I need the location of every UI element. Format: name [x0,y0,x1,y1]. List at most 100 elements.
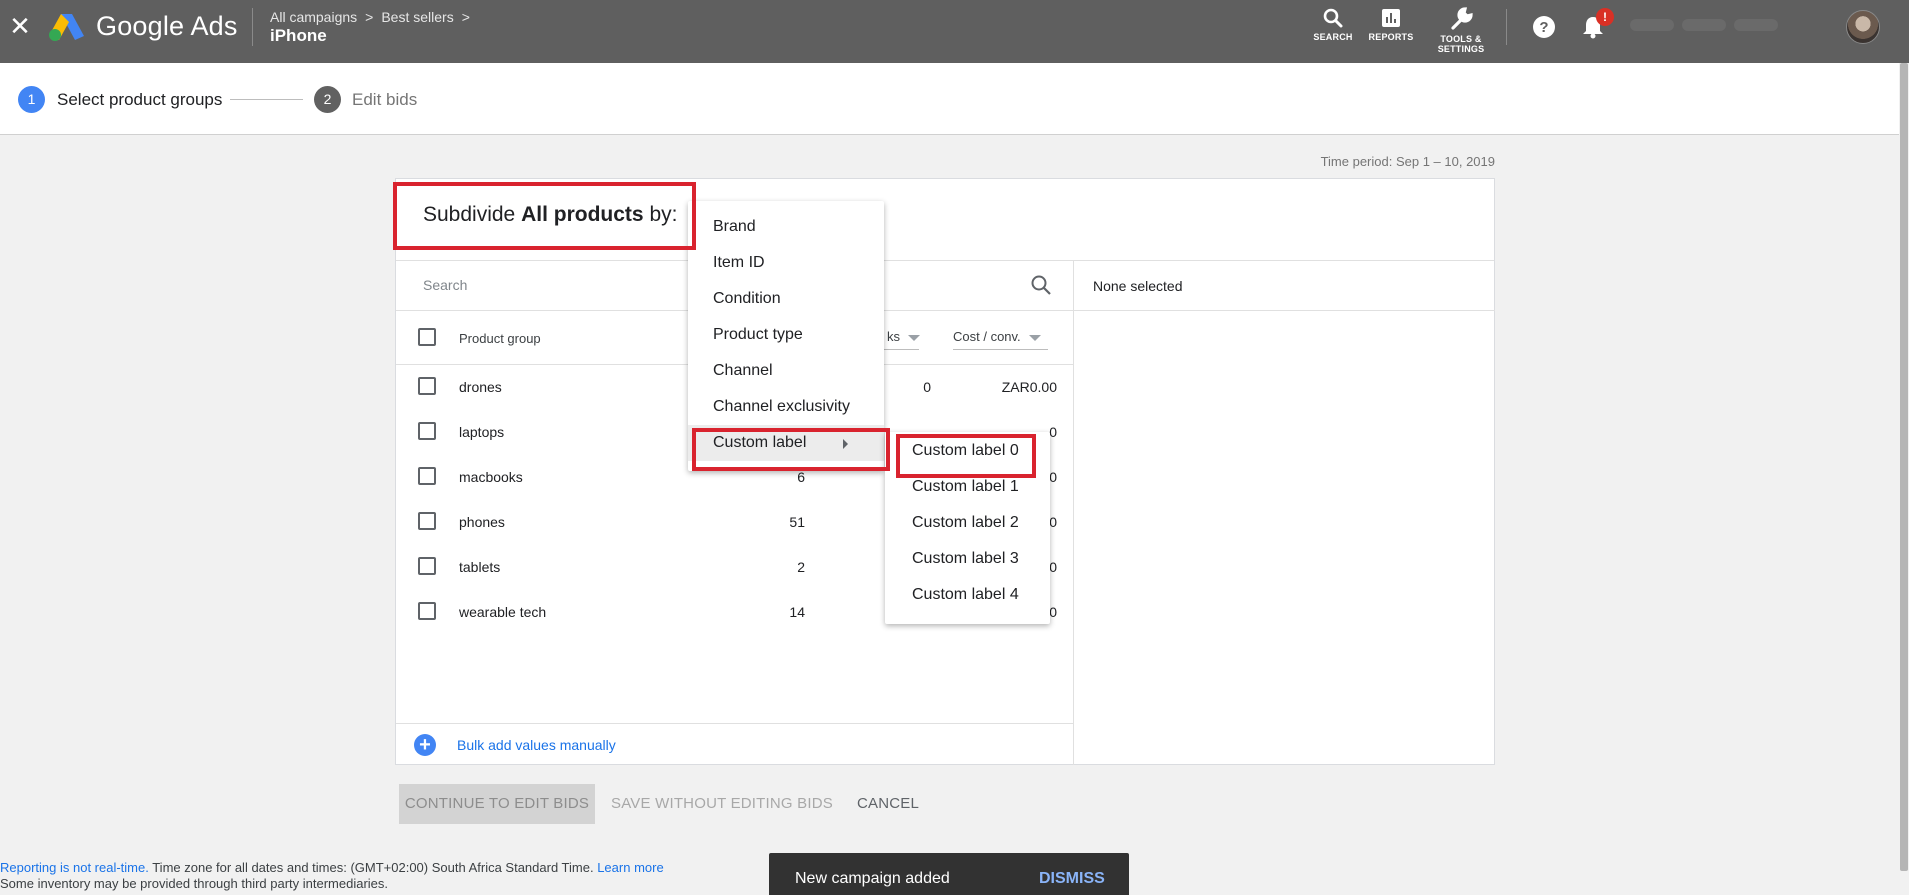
footer-notice: Reporting is not real-time. Time zone fo… [0,860,664,892]
column-header-cost-conv[interactable]: Cost / conv. [953,329,1041,344]
app-name: Google Ads [96,11,238,41]
product-cost-conv: 0 [1049,604,1057,620]
column-underline [953,349,1048,350]
snackbar-toast: New campaign added DISMISS [769,853,1129,895]
menu-item-channel[interactable]: Channel [688,353,884,389]
product-cost-conv: ZAR0.00 [1001,379,1057,395]
learn-more-link[interactable]: Learn more [597,860,663,875]
campaign-title: iPhone [270,26,327,45]
breadcrumb-best-sellers[interactable]: Best sellers [381,9,453,25]
step-connector [230,99,303,100]
reports-tool-button[interactable]: REPORTS [1359,6,1423,42]
reports-tool-label: REPORTS [1368,32,1414,42]
subdivide-title: Subdivide All products by: [423,203,677,227]
row-checkbox[interactable] [418,557,436,575]
product-count: 2 [797,559,805,575]
row-checkbox[interactable] [418,512,436,530]
divider [1506,9,1507,45]
product-cost-conv: 0 [1049,469,1057,485]
product-group-name: drones [459,379,502,395]
wrench-icon [1451,7,1473,30]
help-icon[interactable]: ? [1532,15,1556,39]
dismiss-button[interactable]: DISMISS [1039,870,1105,888]
product-count: 6 [797,469,805,485]
bulk-add-link[interactable]: Bulk add values manually [457,737,616,753]
google-ads-logo-icon [49,14,84,41]
search-icon [1323,8,1343,28]
selected-pane: None selected [1074,261,1495,765]
submenu-item-custom-label-1[interactable]: Custom label 1 [885,469,1050,505]
product-cost-conv: 0 [1049,514,1057,530]
scrollbar-thumb[interactable] [1900,63,1908,871]
cancel-button[interactable]: CANCEL [853,784,923,824]
sort-caret-icon [1028,334,1041,341]
menu-item-channel-exclusivity[interactable]: Channel exclusivity [688,389,884,425]
dimension-menu: Brand Item ID Condition Product type Cha… [688,201,884,471]
notification-badge: ! [1596,8,1614,26]
submenu-arrow-icon [843,439,848,449]
top-app-bar: ✕ Google Ads All campaigns > Best sellers >… [0,0,1909,63]
sort-caret-icon [908,334,920,341]
search-icon[interactable] [1030,274,1052,296]
svg-text:?: ? [1539,19,1548,36]
search-tool-button[interactable]: SEARCH [1301,6,1365,42]
subdivide-suffix: by: [649,203,678,226]
select-all-checkbox[interactable] [418,328,436,346]
tools-settings-button[interactable]: TOOLS & SETTINGS [1429,6,1493,54]
menu-item-brand[interactable]: Brand [688,209,884,245]
product-group-name: phones [459,514,505,530]
row-checkbox[interactable] [418,377,436,395]
column-header-clicks-label: ks [887,329,900,344]
selected-header: None selected [1074,261,1495,311]
product-group-name: tablets [459,559,501,575]
save-without-editing-bids-button[interactable]: SAVE WITHOUT EDITING BIDS [607,784,837,824]
product-count: 14 [789,604,805,620]
avatar[interactable] [1846,10,1880,44]
toast-message: New campaign added [795,870,950,887]
submenu-item-custom-label-3[interactable]: Custom label 3 [885,541,1050,577]
row-checkbox[interactable] [418,467,436,485]
bulk-add-row: + Bulk add values manually [396,723,1073,765]
breadcrumb-all-campaigns[interactable]: All campaigns [270,9,357,25]
menu-item-item-id[interactable]: Item ID [688,245,884,281]
reporting-not-realtime-link[interactable]: Reporting is not real-time. [0,860,149,875]
step-2-number: 2 [314,86,341,113]
menu-item-condition[interactable]: Condition [688,281,884,317]
menu-item-product-type[interactable]: Product type [688,317,884,353]
breadcrumb: All campaigns > Best sellers > [270,9,478,25]
submenu-item-custom-label-4[interactable]: Custom label 4 [885,577,1050,613]
card-header: Subdivide All products by: [396,179,1494,261]
timezone-text: Time zone for all dates and times: (GMT+… [148,860,598,875]
none-selected-label: None selected [1093,278,1183,294]
row-checkbox[interactable] [418,602,436,620]
search-input[interactable]: Search [423,277,467,293]
custom-label-submenu: Custom label 0 Custom label 1 Custom lab… [885,432,1050,624]
stepper: 1 Select product groups 2 Edit bids [0,63,1899,135]
search-tool-label: SEARCH [1313,32,1353,42]
column-header-product-group[interactable]: Product group [459,331,541,346]
product-clicks: 0 [923,379,931,395]
add-circle-icon[interactable]: + [414,734,436,756]
product-count: 51 [789,514,805,530]
divider [252,8,253,46]
step-1-number: 1 [18,86,45,113]
tools-settings-label-2: SETTINGS [1437,44,1485,54]
column-header-clicks[interactable]: ks [887,329,920,344]
submenu-item-custom-label-2[interactable]: Custom label 2 [885,505,1050,541]
menu-item-custom-label[interactable]: Custom label [688,425,884,461]
menu-item-custom-label-text: Custom label [713,434,807,451]
product-group-name: wearable tech [459,604,547,620]
row-checkbox[interactable] [418,422,436,440]
step-2-label[interactable]: Edit bids [352,90,417,110]
submenu-item-custom-label-0[interactable]: Custom label 0 [885,433,1050,469]
continue-to-edit-bids-button[interactable]: CONTINUE TO EDIT BIDS [399,784,595,824]
column-header-cost-conv-label: Cost / conv. [953,329,1021,344]
close-icon[interactable]: ✕ [8,12,32,40]
subdivide-prefix: Subdivide [423,203,516,226]
tools-settings-label-1: TOOLS & [1440,34,1482,44]
product-group-name: macbooks [459,469,523,485]
product-cost-conv: 0 [1049,424,1057,440]
account-info-blurred [1630,18,1810,34]
chevron-right-icon: > [461,9,470,25]
step-1-label[interactable]: Select product groups [57,90,222,110]
